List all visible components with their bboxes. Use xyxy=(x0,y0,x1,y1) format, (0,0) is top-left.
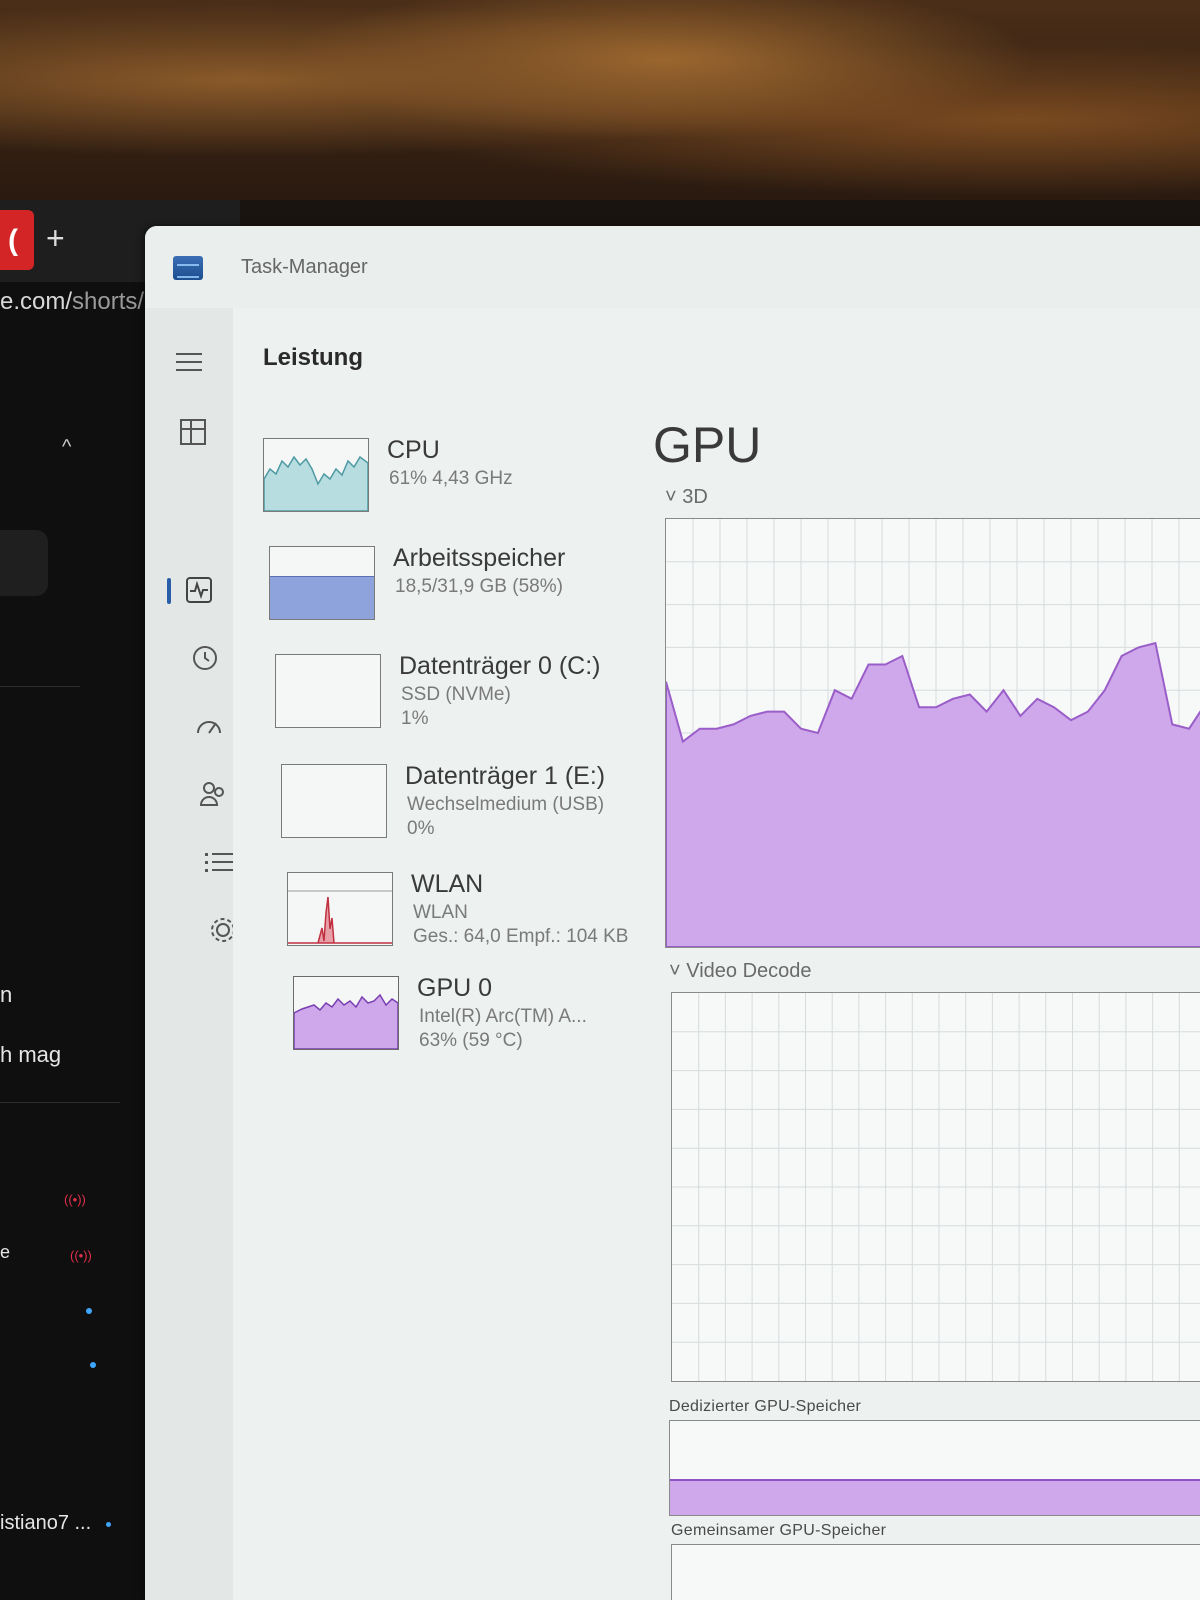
perf-item-name: GPU 0 xyxy=(417,974,493,1002)
engine-name: 3D xyxy=(682,486,708,508)
dedicated-gpu-memory-graph xyxy=(669,1420,1200,1516)
list-item[interactable]: h mag xyxy=(0,1042,61,1068)
window-title: Task-Manager xyxy=(241,256,368,278)
app-history-icon-glyph xyxy=(193,646,217,670)
dedicated-gpu-memory-label: Dedizierter GPU-Speicher xyxy=(669,1398,862,1415)
unread-dot xyxy=(90,1362,96,1368)
details-icon-glyph xyxy=(205,853,233,872)
hamburger-icon-glyph xyxy=(176,353,202,371)
perf-item-wlan[interactable]: WLAN WLAN Ges.: 64,0 Empf.: 104 KB xyxy=(287,870,657,972)
performance-icon[interactable] xyxy=(181,572,217,608)
detail-title: GPU xyxy=(653,417,762,473)
perf-item-name: CPU xyxy=(387,436,440,464)
unread-dot xyxy=(106,1522,111,1527)
list-item[interactable]: n xyxy=(0,982,12,1008)
perf-item-gpu-0[interactable]: GPU 0 Intel(R) Arc(TM) A... 63% (59 °C) xyxy=(293,974,663,1076)
disk0-thumbnail-graph xyxy=(275,654,381,728)
wlan-thumbnail-graph xyxy=(287,872,393,946)
perf-item-detail: Wechselmedium (USB) xyxy=(407,794,605,815)
unread-dot xyxy=(86,1308,92,1314)
startup-icon-glyph xyxy=(197,721,221,734)
performance-icon-glyph xyxy=(186,577,212,603)
perf-item-detail: Intel(R) Arc(TM) A... xyxy=(419,1006,587,1027)
gpu-thumbnail-graph xyxy=(293,976,399,1050)
gpu-video-decode-graph xyxy=(671,992,1200,1382)
shared-gpu-memory-graph xyxy=(671,1544,1200,1600)
navigation-rail xyxy=(145,308,235,1600)
perf-item-disk-0[interactable]: Datenträger 0 (C:) SSD (NVMe) 1% xyxy=(275,652,645,754)
task-manager-app-icon xyxy=(173,256,203,280)
task-manager-window: Task-Manager Leistung CPU 61% 4,43 GHz A… xyxy=(145,226,1200,1600)
divider xyxy=(0,686,80,687)
active-nav-indicator xyxy=(167,578,171,604)
gpu-3d-usage-area xyxy=(666,641,1200,947)
engine-name: Video Decode xyxy=(686,960,812,982)
title-bar[interactable]: Task-Manager xyxy=(145,226,1200,308)
users-icon-glyph xyxy=(199,782,224,806)
perf-item-memory[interactable]: Arbeitsspeicher 18,5/31,9 GB (58%) xyxy=(269,544,639,646)
chevron-down-icon: ˅ xyxy=(665,486,677,508)
memory-usage-fill xyxy=(270,576,374,619)
desktop-wallpaper xyxy=(0,0,1200,200)
hamburger-icon[interactable] xyxy=(171,344,207,380)
users-icon[interactable] xyxy=(195,776,231,812)
perf-item-name: Datenträger 1 (E:) xyxy=(405,762,606,790)
startup-icon[interactable] xyxy=(191,708,227,744)
browser-tab-icon: ( xyxy=(8,224,18,257)
perf-item-name: Datenträger 0 (C:) xyxy=(399,652,601,680)
gpu-3d-usage-graph xyxy=(665,518,1200,948)
disk1-thumbnail-graph xyxy=(281,764,387,838)
perf-item-detail: WLAN xyxy=(413,902,468,923)
chevron-down-icon: ˅ xyxy=(669,960,681,982)
new-tab-button[interactable]: + xyxy=(46,222,65,254)
perf-item-cpu[interactable]: CPU 61% 4,43 GHz xyxy=(263,436,633,538)
list-item[interactable]: e xyxy=(0,1242,10,1263)
perf-item-usage: 63% (59 °C) xyxy=(419,1030,523,1051)
engine-selector-video-decode[interactable]: ˅ Video Decode xyxy=(669,960,812,983)
cpu-thumbnail-graph xyxy=(263,438,369,512)
perf-item-detail: 18,5/31,9 GB (58%) xyxy=(395,576,563,597)
browser-tab[interactable]: ( xyxy=(0,210,34,270)
browser-address-bar[interactable]: e.com/shorts/ xyxy=(0,288,144,316)
performance-page: Leistung CPU 61% 4,43 GHz Arbeitsspeiche… xyxy=(233,308,1200,1600)
app-history-icon[interactable] xyxy=(187,640,223,676)
chevron-up-icon[interactable]: ^ xyxy=(62,436,71,459)
url-domain: e.com/ xyxy=(0,288,73,315)
perf-item-name: Arbeitsspeicher xyxy=(393,544,566,572)
processes-icon-glyph xyxy=(180,419,206,445)
processes-icon[interactable] xyxy=(175,414,211,450)
perf-item-name: WLAN xyxy=(411,870,484,898)
sidebar-pill[interactable] xyxy=(0,530,48,596)
memory-thumbnail-graph xyxy=(269,546,375,620)
list-item[interactable]: istiano7 ... xyxy=(0,1512,91,1535)
perf-item-throughput: Ges.: 64,0 Empf.: 104 KB xyxy=(413,926,629,947)
perf-item-detail: SSD (NVMe) xyxy=(401,684,511,705)
shared-gpu-memory-label: Gemeinsamer GPU-Speicher xyxy=(671,1522,887,1539)
live-icon: ((•)) xyxy=(64,1192,86,1207)
url-path: shorts/ xyxy=(72,288,145,315)
perf-item-disk-1[interactable]: Datenträger 1 (E:) Wechselmedium (USB) 0… xyxy=(281,762,651,864)
perf-item-usage: 1% xyxy=(401,708,429,729)
details-icon[interactable] xyxy=(201,844,237,880)
dedicated-memory-fill xyxy=(670,1479,1200,1515)
page-title: Leistung xyxy=(263,344,363,371)
engine-selector-3d[interactable]: ˅ 3D xyxy=(665,486,708,509)
live-icon: ((•)) xyxy=(70,1248,92,1263)
divider xyxy=(0,1102,120,1103)
perf-item-usage: 0% xyxy=(407,818,435,839)
perf-item-detail: 61% 4,43 GHz xyxy=(389,468,513,489)
